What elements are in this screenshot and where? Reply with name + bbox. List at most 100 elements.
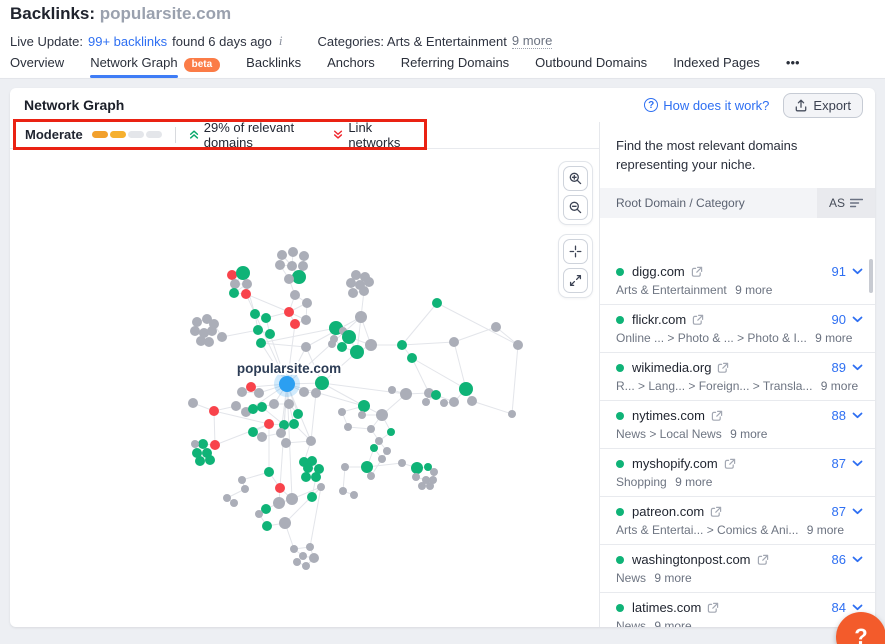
graph-node[interactable] — [302, 298, 312, 308]
chevron-down-icon[interactable] — [852, 604, 863, 611]
live-update-link[interactable]: 99+ backlinks — [88, 34, 167, 49]
graph-node[interactable] — [400, 388, 412, 400]
external-link-icon[interactable] — [707, 602, 719, 614]
graph-node[interactable] — [209, 406, 219, 416]
graph-node[interactable] — [205, 455, 215, 465]
link-networks-stat[interactable]: Link networks — [333, 120, 415, 150]
graph-node[interactable] — [241, 485, 249, 493]
graph-node[interactable] — [236, 266, 250, 280]
graph-node[interactable] — [207, 326, 217, 336]
graph-node[interactable] — [198, 439, 208, 449]
graph-node[interactable] — [275, 483, 285, 493]
domain-row[interactable]: wikimedia.org 89 R... > Lang... > Foreig… — [600, 353, 875, 401]
chevron-down-icon[interactable] — [852, 460, 863, 467]
domain-name[interactable]: latimes.com — [632, 600, 701, 615]
center-graph-button[interactable] — [563, 239, 588, 264]
graph-node[interactable] — [407, 353, 417, 363]
external-link-icon[interactable] — [710, 506, 722, 518]
graph-node[interactable] — [301, 315, 311, 325]
graph-node[interactable] — [284, 399, 294, 409]
graph-node[interactable] — [375, 437, 383, 445]
graph-node[interactable] — [449, 337, 459, 347]
graph-node[interactable] — [188, 398, 198, 408]
graph-node[interactable] — [311, 472, 321, 482]
graph-node[interactable] — [388, 386, 396, 394]
graph-node[interactable] — [299, 251, 309, 261]
graph-node[interactable] — [298, 261, 308, 271]
center-node[interactable] — [279, 376, 295, 392]
graph-node[interactable] — [358, 400, 370, 412]
tab-network-graph[interactable]: Network Graphbeta — [90, 52, 220, 78]
domain-name[interactable]: washingtonpost.com — [632, 552, 751, 567]
domain-row[interactable]: digg.com 91 Arts & Entertainment 9 more — [600, 257, 875, 305]
graph-node[interactable] — [398, 459, 406, 467]
domain-row[interactable]: nytimes.com 88 News > Local News 9 more — [600, 401, 875, 449]
graph-node[interactable] — [273, 497, 285, 509]
graph-node[interactable] — [307, 492, 317, 502]
graph-node[interactable] — [227, 270, 237, 280]
zoom-in-button[interactable] — [563, 166, 588, 191]
graph-node[interactable] — [223, 494, 231, 502]
graph-node[interactable] — [361, 461, 373, 473]
graph-node[interactable] — [237, 387, 247, 397]
graph-node[interactable] — [231, 401, 241, 411]
sidebar-scrollbar-thumb[interactable] — [869, 259, 873, 293]
external-link-icon[interactable] — [757, 554, 769, 566]
graph-node[interactable] — [286, 493, 298, 505]
graph-node[interactable] — [364, 277, 374, 287]
info-icon[interactable]: i — [277, 33, 285, 49]
graph-node[interactable] — [284, 274, 294, 284]
graph-node[interactable] — [290, 319, 300, 329]
graph-node[interactable] — [293, 558, 301, 566]
graph-node[interactable] — [422, 398, 430, 406]
graph-node[interactable] — [248, 404, 258, 414]
graph-node[interactable] — [238, 476, 246, 484]
graph-node[interactable] — [383, 447, 391, 455]
graph-node[interactable] — [250, 309, 260, 319]
graph-node[interactable] — [306, 543, 314, 551]
graph-node[interactable] — [279, 517, 291, 529]
category-more-link[interactable]: 9 more — [821, 379, 858, 393]
tab-overview[interactable]: Overview — [10, 52, 64, 78]
graph-node[interactable] — [210, 440, 220, 450]
domain-name[interactable]: flickr.com — [632, 312, 686, 327]
graph-node[interactable] — [431, 390, 441, 400]
graph-node[interactable] — [359, 286, 369, 296]
category-more-link[interactable]: 9 more — [807, 523, 844, 537]
graph-node[interactable] — [287, 261, 297, 271]
graph-node[interactable] — [299, 387, 309, 397]
graph-node[interactable] — [276, 428, 286, 438]
graph-node[interactable] — [301, 472, 311, 482]
graph-node[interactable] — [430, 468, 438, 476]
category-more-link[interactable]: 9 more — [675, 475, 712, 489]
domain-row[interactable]: myshopify.com 87 Shopping 9 more — [600, 449, 875, 497]
graph-node[interactable] — [254, 388, 264, 398]
chevron-down-icon[interactable] — [852, 556, 863, 563]
graph-node[interactable] — [355, 311, 367, 323]
graph-node[interactable] — [277, 250, 287, 260]
graph-node[interactable] — [204, 337, 214, 347]
graph-node[interactable] — [440, 399, 448, 407]
graph-node[interactable] — [262, 521, 272, 531]
category-more-link[interactable]: 9 more — [654, 619, 691, 627]
graph-node[interactable] — [195, 456, 205, 466]
graph-node[interactable] — [358, 411, 366, 419]
chevron-down-icon[interactable] — [852, 316, 863, 323]
graph-node[interactable] — [338, 408, 346, 416]
graph-node[interactable] — [306, 436, 316, 446]
graph-node[interactable] — [275, 260, 285, 270]
graph-node[interactable] — [337, 342, 347, 352]
tab-outbound-domains[interactable]: Outbound Domains — [535, 52, 647, 78]
graph-node[interactable] — [248, 427, 258, 437]
external-link-icon[interactable] — [691, 266, 703, 278]
graph-node[interactable] — [217, 332, 227, 342]
graph-node[interactable] — [290, 290, 300, 300]
graph-node[interactable] — [315, 376, 329, 390]
graph-node[interactable] — [230, 499, 238, 507]
graph-node[interactable] — [342, 330, 356, 344]
graph-node[interactable] — [242, 279, 252, 289]
graph-node[interactable] — [418, 482, 426, 490]
external-link-icon[interactable] — [692, 314, 704, 326]
export-button[interactable]: Export — [783, 93, 863, 118]
graph-node[interactable] — [288, 247, 298, 257]
